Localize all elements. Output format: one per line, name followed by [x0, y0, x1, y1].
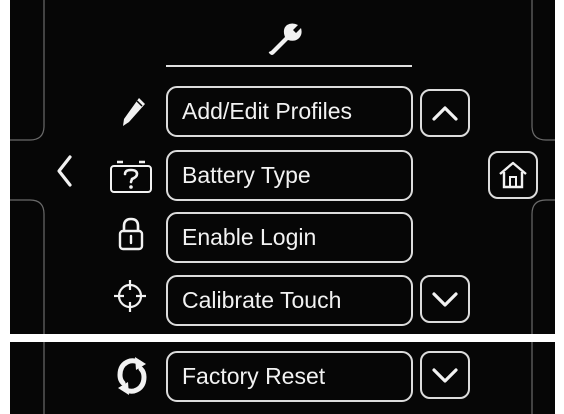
scroll-down-button-lower[interactable]	[420, 351, 470, 399]
header-divider	[166, 65, 412, 67]
padlock-icon	[118, 217, 144, 251]
add-edit-profiles-button[interactable]: Add/Edit Profiles	[166, 86, 413, 137]
pencil-icon	[123, 98, 145, 126]
home-icon	[499, 161, 527, 189]
settings-screen-scrolled: Factory Reset	[10, 342, 555, 414]
calibrate-touch-button[interactable]: Calibrate Touch	[166, 275, 413, 326]
wrench-icon	[268, 23, 302, 55]
scroll-down-button[interactable]	[420, 275, 470, 323]
add-edit-profiles-label: Add/Edit Profiles	[182, 98, 353, 124]
enable-login-label: Enable Login	[182, 224, 317, 250]
chevron-down-icon	[432, 292, 458, 307]
settings-screen: Add/Edit Profiles Battery Type Enable Lo…	[10, 0, 555, 334]
scroll-up-button[interactable]	[420, 89, 470, 137]
chevron-down-icon	[432, 368, 458, 383]
chevron-left-icon[interactable]	[55, 154, 75, 188]
battery-question-icon	[110, 160, 152, 193]
home-button[interactable]	[488, 151, 538, 199]
refresh-icon	[117, 357, 147, 395]
factory-reset-button[interactable]: Factory Reset	[166, 351, 413, 402]
calibrate-touch-label: Calibrate Touch	[182, 287, 342, 313]
battery-type-button[interactable]: Battery Type	[166, 150, 413, 201]
chevron-up-icon	[432, 106, 458, 121]
crosshair-icon	[114, 280, 146, 312]
factory-reset-label: Factory Reset	[182, 363, 326, 389]
enable-login-button[interactable]: Enable Login	[166, 212, 413, 263]
battery-type-label: Battery Type	[182, 162, 311, 188]
